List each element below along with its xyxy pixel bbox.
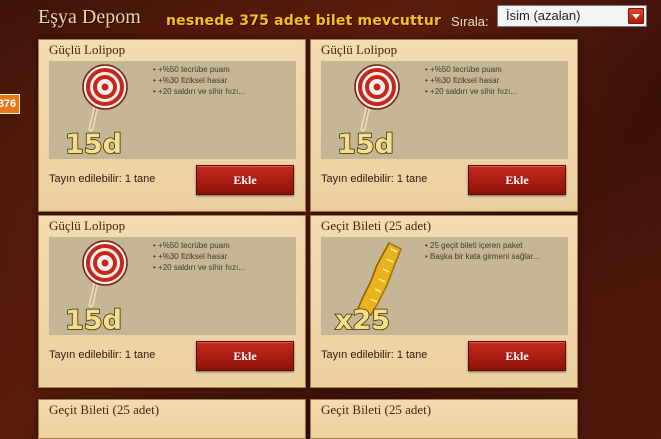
item-card: Güçlü Lolipop 15d +%50 tecrübe puanı +%3…: [38, 39, 306, 212]
header: Eşya Depom nesnede 375 adet bilet mevcut…: [0, 0, 661, 36]
bullet-item: +20 saldırı ve sihir hızı...: [153, 86, 293, 97]
bullet-item: +%50 tecrübe puanı: [153, 240, 293, 251]
item-card: Geçit Bileti (25 adet): [310, 399, 578, 439]
lollipop-icon: 15d: [64, 240, 128, 333]
ticket-count-notice: nesnede 375 adet bilet mevcuttur: [166, 13, 442, 29]
add-button[interactable]: Ekle: [468, 165, 566, 195]
sort-label: Sırala:: [451, 14, 489, 29]
ticket-icon: x25: [334, 242, 402, 333]
lollipop-icon: 15d: [336, 64, 400, 157]
item-title: Güçlü Lolipop: [49, 218, 126, 233]
item-title: Geçit Bileti (25 adet): [49, 402, 160, 417]
page-title: Eşya Depom: [38, 6, 141, 28]
item-card: Geçit Bileti (25 adet) x25 25 geçit bile…: [310, 215, 578, 388]
quantity-badge: x25: [335, 305, 390, 333]
item-card: Güçlü Lolipop 15d +%50 tecrübe puanı +%3…: [38, 215, 306, 388]
assignable-count: Tayın edilebilir: 1 tane: [321, 173, 428, 185]
bullet-item: +20 saldırı ve sihir hızı...: [153, 262, 293, 273]
item-bullets: +%50 tecrübe puanı +%30 fiziksel hasar +…: [153, 64, 293, 97]
item-bullets: +%50 tecrübe puanı +%30 fiziksel hasar +…: [425, 64, 565, 97]
item-bullets: 25 geçit bileti içeren paket Başka bir k…: [425, 240, 565, 262]
bullet-item: 25 geçit bileti içeren paket: [425, 240, 565, 251]
add-button[interactable]: Ekle: [196, 165, 294, 195]
assignable-count: Tayın edilebilir: 1 tane: [321, 349, 428, 361]
item-title: Geçit Bileti (25 adet): [321, 402, 432, 417]
duration-badge: 15d: [65, 305, 122, 333]
item-title: Güçlü Lolipop: [321, 42, 398, 57]
bullet-item: +%30 fiziksel hasar: [153, 75, 293, 86]
assignable-count: Tayın edilebilir: 1 tane: [49, 349, 156, 361]
bullet-item: +%50 tecrübe puanı: [153, 64, 293, 75]
add-button[interactable]: Ekle: [196, 341, 294, 371]
lollipop-icon: 15d: [64, 64, 128, 157]
item-bullets: +%50 tecrübe puanı +%30 fiziksel hasar +…: [153, 240, 293, 273]
sort-selected-value[interactable]: İsim (azalan): [506, 8, 580, 23]
item-title: Geçit Bileti (25 adet): [321, 218, 432, 233]
duration-badge: 15d: [65, 129, 122, 157]
item-panel: 15d +%50 tecrübe puanı +%30 fiziksel has…: [49, 237, 296, 335]
add-button[interactable]: Ekle: [468, 341, 566, 371]
bullet-item: +20 saldırı ve sihir hızı...: [425, 86, 565, 97]
sort-dropdown[interactable]: İsim (azalan): [497, 5, 647, 27]
bullet-item: +%50 tecrübe puanı: [425, 64, 565, 75]
bullet-item: +%30 fiziksel hasar: [153, 251, 293, 262]
item-card: Geçit Bileti (25 adet): [38, 399, 306, 439]
chevron-down-icon[interactable]: [628, 8, 644, 24]
item-panel: 15d +%50 tecrübe puanı +%30 fiziksel has…: [49, 61, 296, 159]
item-panel: 15d +%50 tecrübe puanı +%30 fiziksel has…: [321, 61, 568, 159]
item-title: Güçlü Lolipop: [49, 42, 126, 57]
bullet-item: Başka bir kata girmeni sağlar...: [425, 251, 565, 262]
bullet-item: +%30 fiziksel hasar: [425, 75, 565, 86]
assignable-count: Tayın edilebilir: 1 tane: [49, 173, 156, 185]
item-card: Güçlü Lolipop 15d +%50 tecrübe puanı +%3…: [310, 39, 578, 212]
item-panel: x25 25 geçit bileti içeren paket Başka b…: [321, 237, 568, 335]
duration-badge: 15d: [337, 129, 394, 157]
side-counter-badge[interactable]: 376: [0, 94, 20, 114]
